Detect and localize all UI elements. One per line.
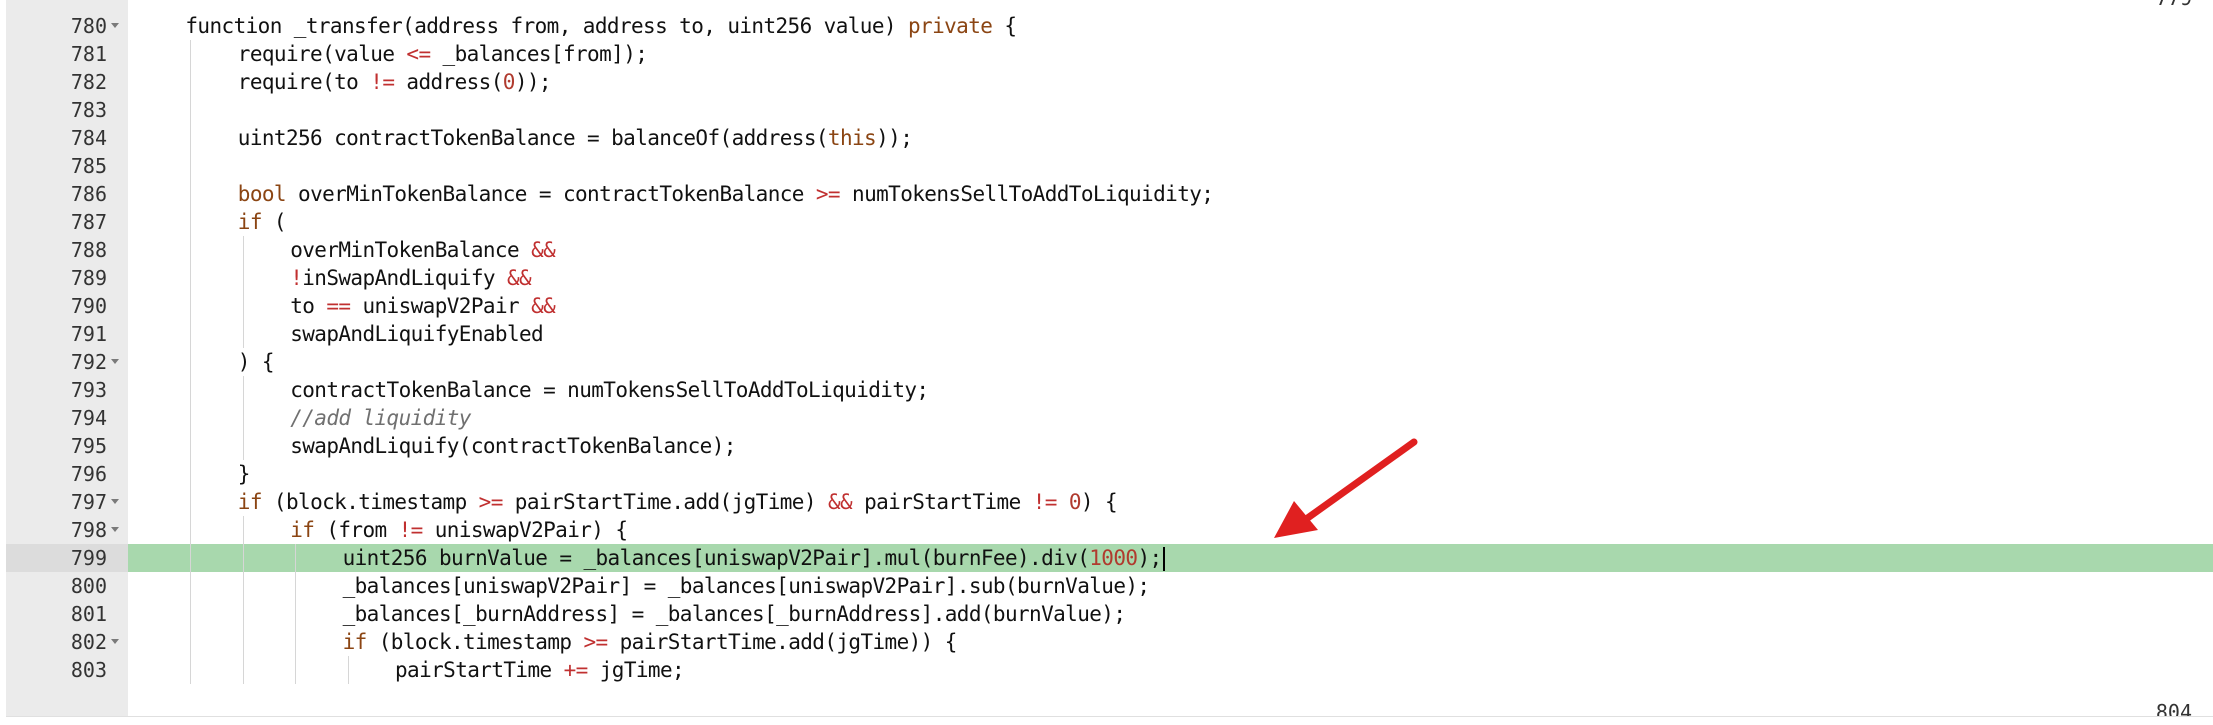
code-editor[interactable]: 779 780function _transfer(address from, … xyxy=(6,0,2213,717)
red-arrow-icon xyxy=(1274,438,1418,538)
